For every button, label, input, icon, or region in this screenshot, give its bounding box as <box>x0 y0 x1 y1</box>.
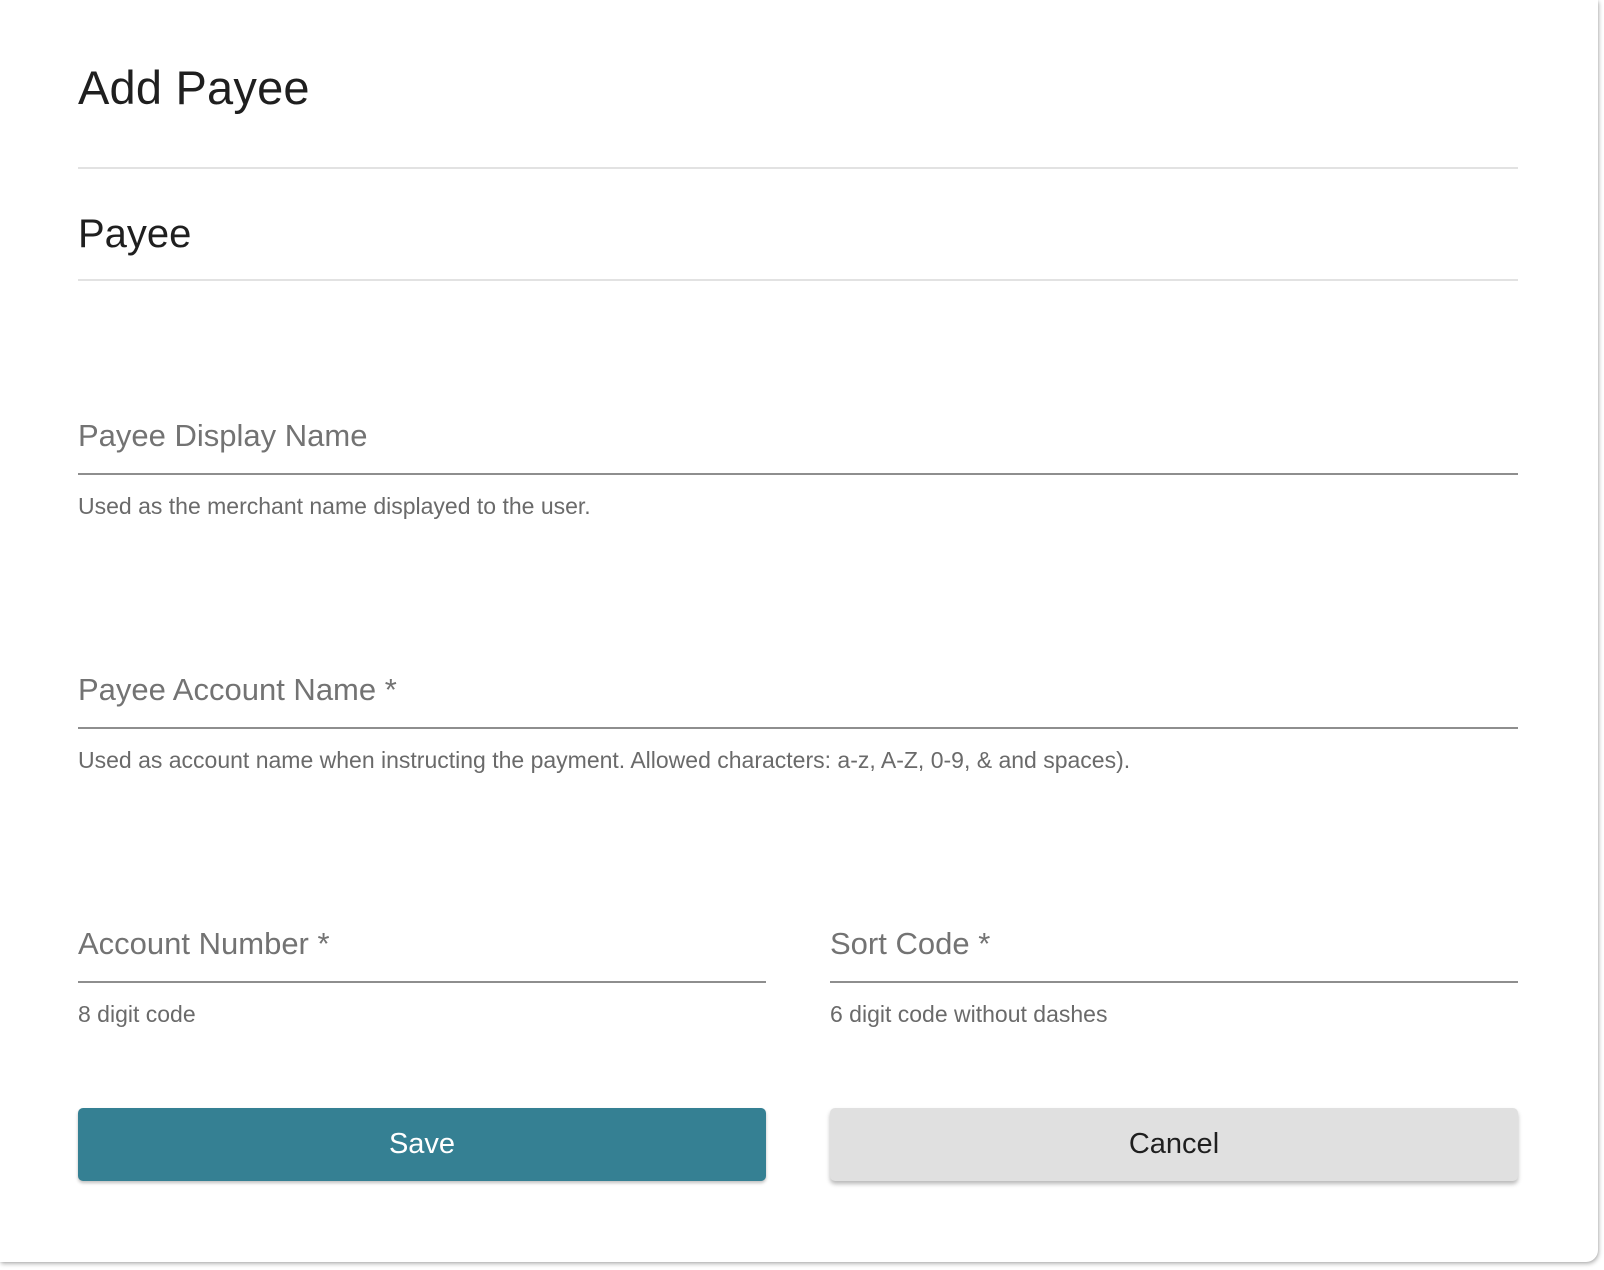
page-title: Add Payee <box>78 61 310 114</box>
account-number-helper: 8 digit code <box>78 1001 196 1027</box>
add-payee-card: Add Payee Payee Payee Display Name Used … <box>0 0 1598 1262</box>
sort-code-label: Sort Code * <box>830 926 991 961</box>
sort-code-helper: 6 digit code without dashes <box>830 1001 1108 1027</box>
title-divider <box>78 167 1518 169</box>
payee-display-name-helper: Used as the merchant name displayed to t… <box>78 493 591 519</box>
section-divider <box>78 279 1518 281</box>
payee-display-name-label: Payee Display Name <box>78 418 368 453</box>
save-button[interactable]: Save <box>78 1108 766 1181</box>
payee-account-name-input[interactable]: Payee Account Name * <box>78 665 1518 729</box>
sort-code-input[interactable]: Sort Code * <box>830 919 1518 983</box>
account-number-input[interactable]: Account Number * <box>78 919 766 983</box>
section-title: Payee <box>78 212 192 256</box>
account-number-label: Account Number * <box>78 926 330 961</box>
payee-account-name-label: Payee Account Name * <box>78 672 397 707</box>
payee-display-name-input[interactable]: Payee Display Name <box>78 411 1518 475</box>
cancel-button[interactable]: Cancel <box>830 1108 1518 1181</box>
payee-account-name-helper: Used as account name when instructing th… <box>78 747 1131 773</box>
